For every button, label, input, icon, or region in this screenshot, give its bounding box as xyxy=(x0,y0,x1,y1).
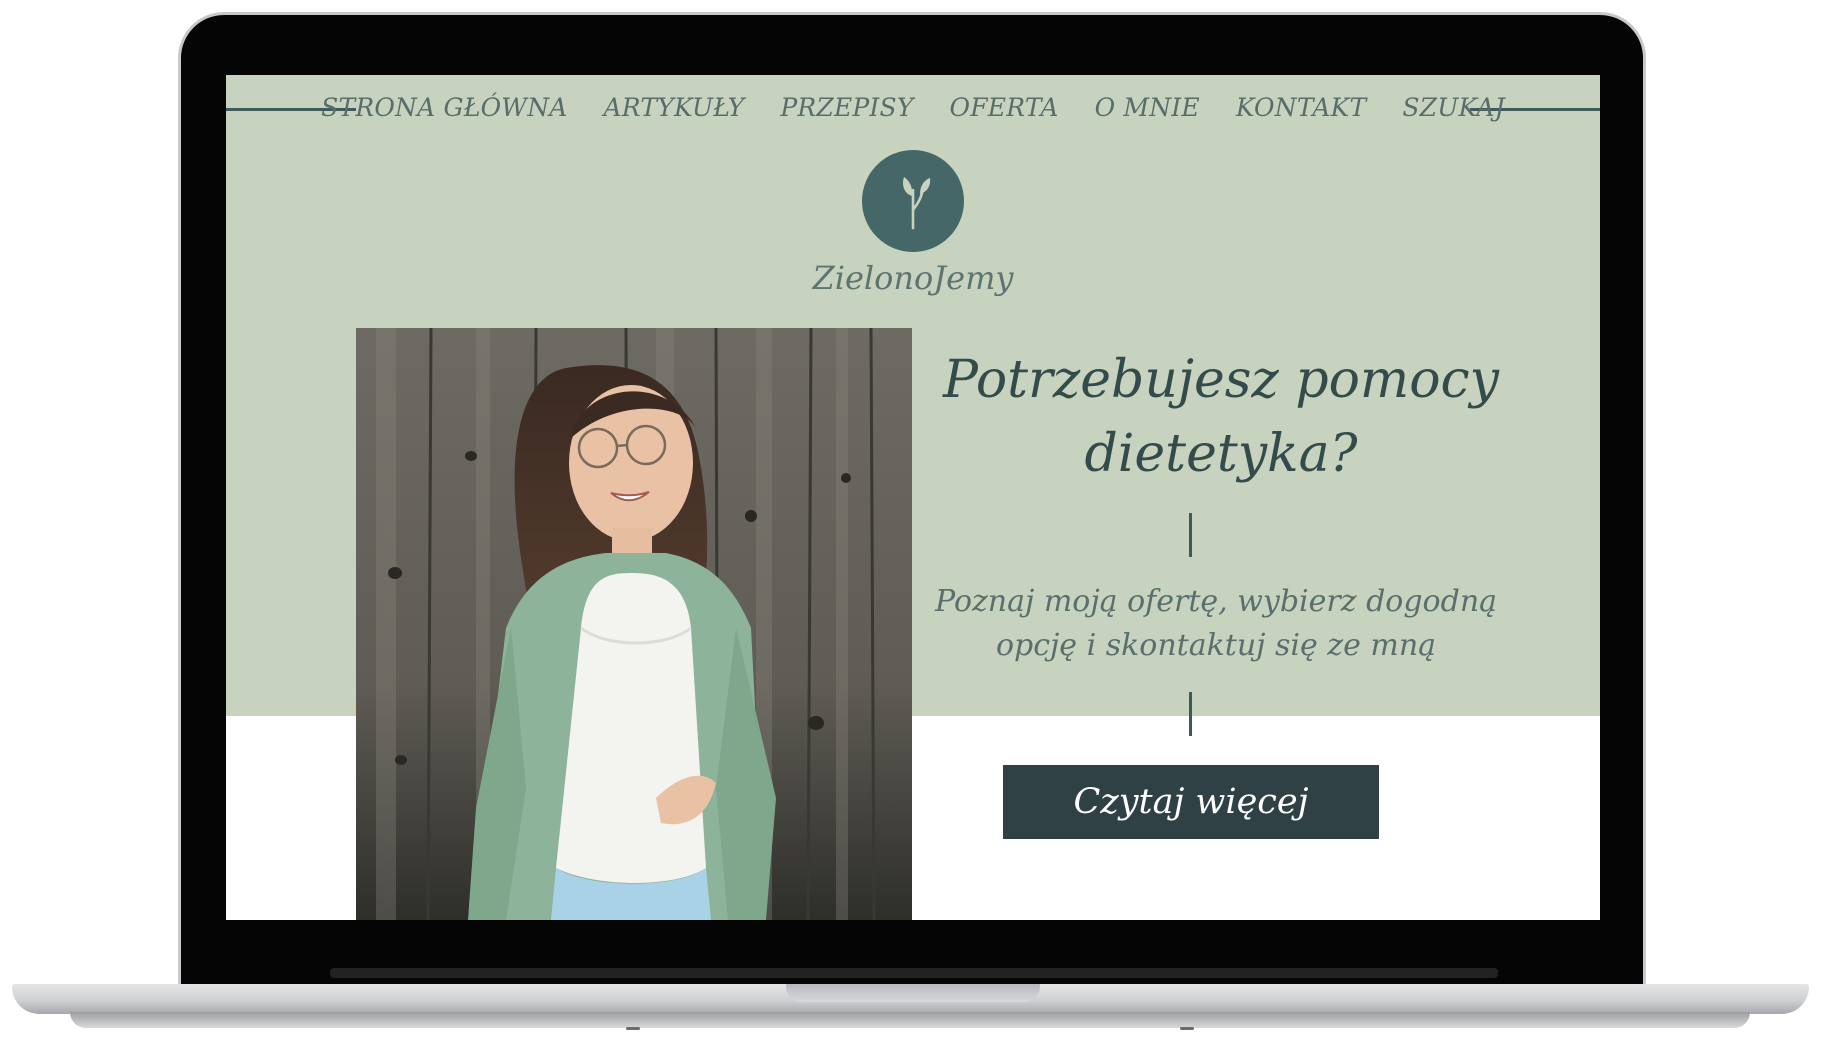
hero-headline: Potrzebujesz pomocy dietetyka? xyxy=(942,350,1500,484)
laptop-hinge xyxy=(330,968,1498,978)
nav-item-o-mnie[interactable]: O MNIE xyxy=(1095,93,1200,122)
nav-item-szukaj[interactable]: SZUKAJ xyxy=(1402,93,1505,122)
divider-line-top xyxy=(1189,513,1192,557)
nav-item-strona-glowna[interactable]: STRONA GŁÓWNA xyxy=(321,93,567,122)
portrait-photo xyxy=(356,328,912,920)
laptop-base-underside xyxy=(70,1012,1750,1028)
main-navigation: STRONA GŁÓWNA ARTYKUŁY PRZEPISY OFERTA O MNI… xyxy=(226,93,1600,122)
laptop-mockup: STRONA GŁÓWNA ARTYKUŁY PRZEPISY OFERTA O MNI… xyxy=(0,0,1821,1047)
divider-line-bottom xyxy=(1189,692,1192,736)
website-screen: STRONA GŁÓWNA ARTYKUŁY PRZEPISY OFERTA O MNI… xyxy=(226,75,1600,920)
portrait-illustration xyxy=(356,328,912,920)
laptop-thumb-notch xyxy=(786,984,1040,1002)
laptop-foot xyxy=(626,1027,640,1030)
nav-item-oferta[interactable]: OFERTA xyxy=(950,93,1059,122)
brand-name[interactable]: ZielonoJemy xyxy=(763,259,1063,297)
nav-item-przepisy[interactable]: PRZEPISY xyxy=(780,93,913,122)
nav-item-kontakt[interactable]: KONTAKT xyxy=(1236,93,1367,122)
logo[interactable] xyxy=(862,150,964,252)
nav-item-artykuly[interactable]: ARTYKUŁY xyxy=(604,93,745,122)
sprout-icon xyxy=(902,177,931,230)
hero-subtext: Poznaj moją ofertę, wybierz dogodną opcj… xyxy=(934,584,1498,663)
read-more-button[interactable]: Czytaj więcej xyxy=(1003,765,1379,839)
laptop-foot xyxy=(1180,1027,1194,1030)
